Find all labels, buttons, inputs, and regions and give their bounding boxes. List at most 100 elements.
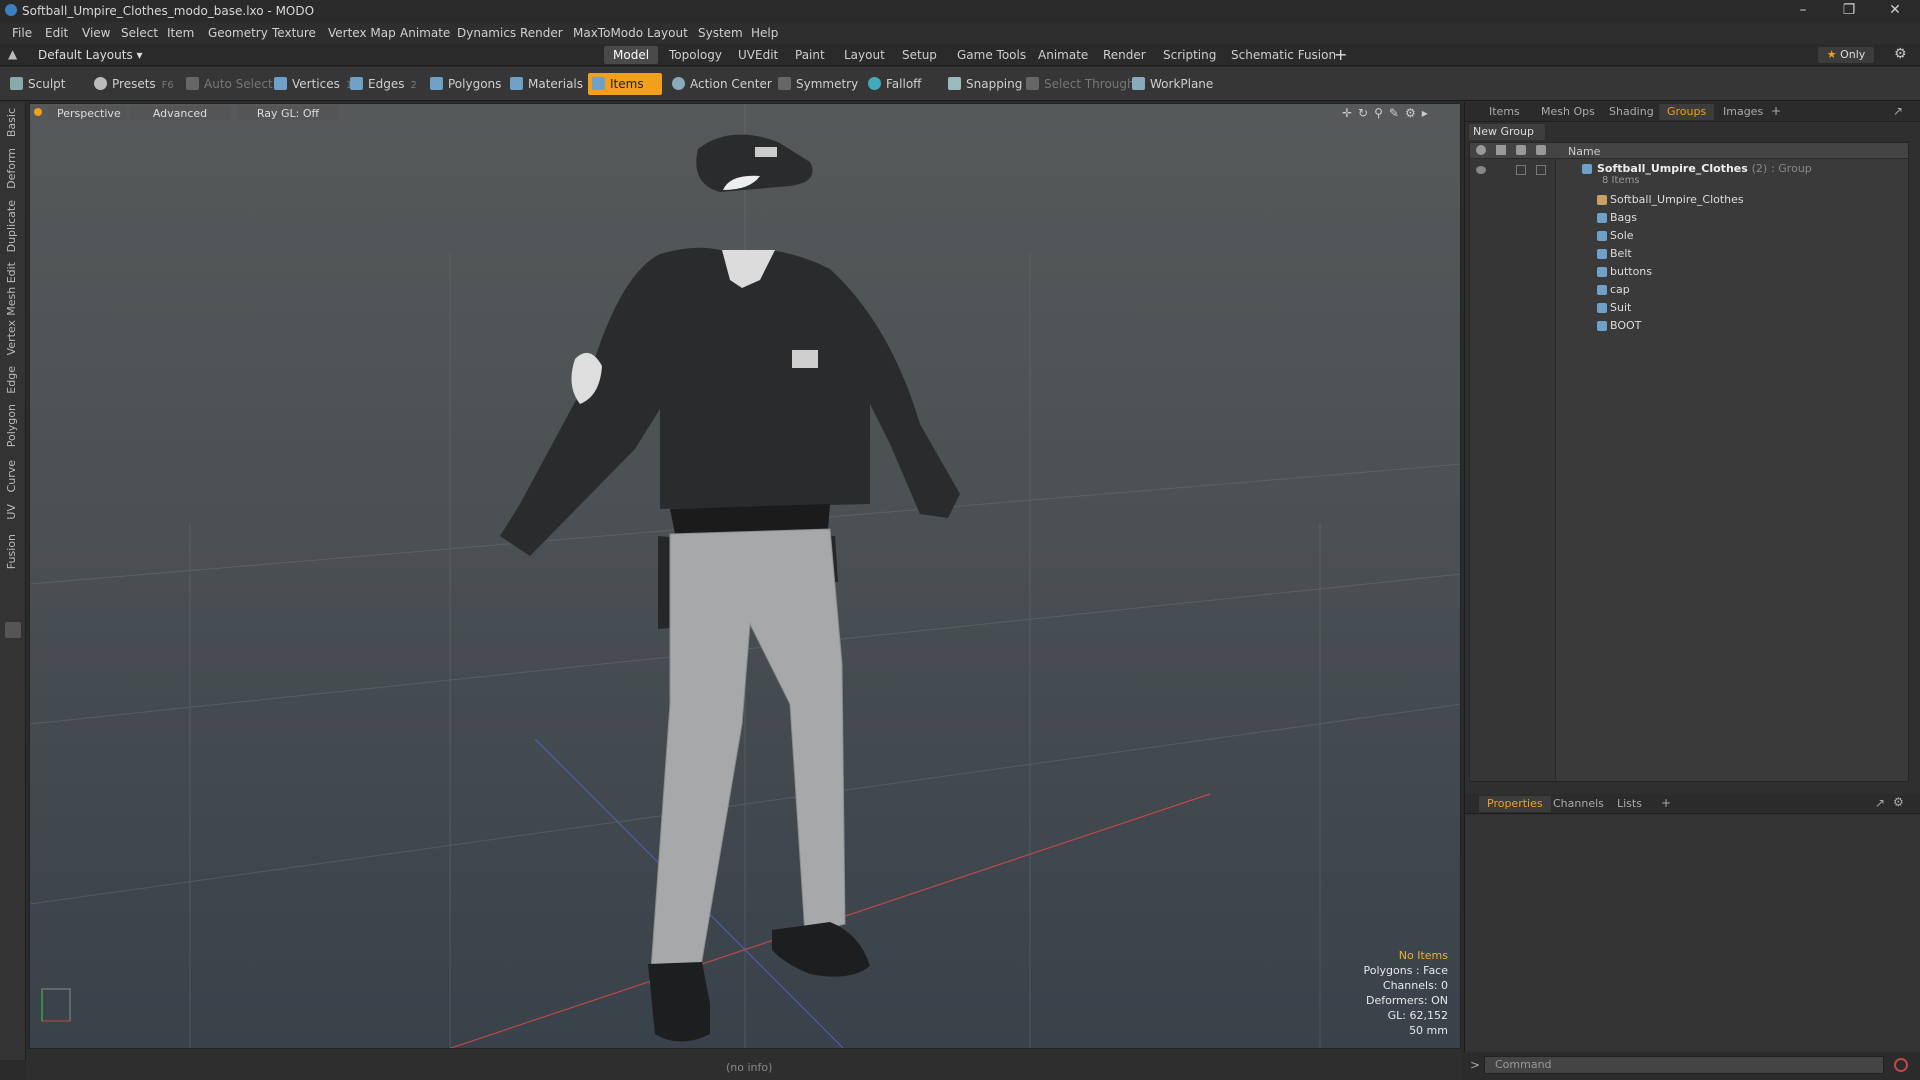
tab-fusion[interactable]: Fusion [5, 534, 18, 569]
tab-deform[interactable]: Deform [5, 148, 18, 189]
menu-texture[interactable]: Texture [272, 26, 316, 40]
command-bar: > Command [1464, 1053, 1920, 1080]
panel-toggle-icon[interactable] [5, 622, 21, 638]
menu-item[interactable]: Item [167, 26, 194, 40]
collapse-icon[interactable]: ▲ [8, 47, 17, 61]
add-panel-tab-icon[interactable]: + [1771, 104, 1781, 118]
menu-system[interactable]: System [698, 26, 743, 40]
snapping-button[interactable]: Snapping [944, 73, 1028, 95]
tab-uvedit[interactable]: UVEdit [729, 46, 787, 64]
tab-items[interactable]: Items [1481, 104, 1528, 120]
tab-channels[interactable]: Channels [1545, 796, 1612, 812]
gear-icon[interactable]: ⚙ [1894, 46, 1907, 62]
mesh-icon [1597, 249, 1607, 259]
menu-render[interactable]: Render [520, 26, 563, 40]
3d-viewport[interactable]: Perspective Advanced Ray GL: Off ✛↻⚲✎⚙▸ … [29, 103, 1461, 1049]
expand-icon[interactable]: ↗ [1893, 104, 1903, 118]
tab-basic[interactable]: Basic [5, 108, 18, 137]
command-history-icon[interactable] [1894, 1058, 1908, 1072]
tab-uv[interactable]: UV [5, 504, 18, 520]
tab-topology[interactable]: Topology [660, 46, 731, 64]
list-item[interactable]: Sole [1470, 227, 1908, 245]
menu-file[interactable]: File [12, 26, 32, 40]
sculpt-button[interactable]: Sculpt [6, 73, 71, 95]
shading-mode-button[interactable]: Advanced [130, 106, 230, 121]
list-item[interactable]: BOOT [1470, 317, 1908, 335]
add-tab-icon[interactable]: + [1334, 45, 1347, 64]
tab-setup[interactable]: Setup [893, 46, 946, 64]
tab-scripting[interactable]: Scripting [1154, 46, 1225, 64]
tab-schematic-fusion[interactable]: Schematic Fusion [1222, 46, 1345, 64]
polygons-button[interactable]: Polygons [426, 73, 507, 95]
select-through-button[interactable]: Select Through [1022, 73, 1141, 95]
tab-lists[interactable]: Lists [1609, 796, 1650, 812]
tab-properties[interactable]: Properties [1479, 796, 1551, 812]
presets-button[interactable]: Presets F6 [90, 73, 180, 95]
name-column-header[interactable]: Name [1568, 145, 1600, 158]
select-checkbox[interactable] [1536, 165, 1546, 175]
command-input[interactable]: Command [1484, 1056, 1884, 1074]
vertices-button[interactable]: Vertices1 [270, 73, 358, 95]
menu-select[interactable]: Select [121, 26, 158, 40]
tab-edge[interactable]: Edge [5, 366, 18, 394]
edges-button[interactable]: Edges 2 [346, 73, 423, 95]
action-center-button[interactable]: Action Center [668, 73, 778, 95]
only-toggle[interactable]: ★ Only [1818, 47, 1874, 63]
tab-render[interactable]: Render [1094, 46, 1155, 64]
list-item[interactable]: cap [1470, 281, 1908, 299]
viewport-nav-icons[interactable]: ✛↻⚲✎⚙▸ [1342, 106, 1434, 120]
symmetry-button[interactable]: Symmetry [774, 73, 864, 95]
tab-animate[interactable]: Animate [1029, 46, 1097, 64]
add-panel-tab-icon[interactable]: + [1661, 796, 1671, 810]
expand-icon[interactable]: ↗ [1875, 796, 1885, 810]
list-item[interactable]: Softball_Umpire_Clothes [1470, 191, 1908, 209]
menu-vertex-map[interactable]: Vertex Map [328, 26, 396, 40]
tab-layout[interactable]: Layout [835, 46, 894, 64]
tab-shading[interactable]: Shading [1601, 104, 1662, 120]
menu-dynamics[interactable]: Dynamics [457, 26, 516, 40]
mesh-icon [1597, 285, 1607, 295]
menu-maxtomodo[interactable]: MaxToModo [573, 26, 643, 40]
gear-icon[interactable]: ⚙ [1893, 795, 1904, 809]
list-item[interactable]: Bags [1470, 209, 1908, 227]
locator-icon [1597, 195, 1607, 205]
tab-duplicate[interactable]: Duplicate [5, 200, 18, 252]
restore-icon[interactable]: ❐ [1826, 0, 1872, 22]
tab-game-tools[interactable]: Game Tools [948, 46, 1035, 64]
tab-curve[interactable]: Curve [5, 460, 18, 492]
menu-help[interactable]: Help [751, 26, 778, 40]
tab-model[interactable]: Model [604, 46, 659, 64]
tab-groups[interactable]: Groups [1659, 104, 1715, 120]
tab-polygon[interactable]: Polygon [5, 404, 18, 447]
new-group-button[interactable]: New Group [1469, 124, 1545, 140]
lock-checkbox[interactable] [1516, 165, 1526, 175]
materials-button[interactable]: Materials [506, 73, 589, 95]
menu-layout[interactable]: Layout [647, 26, 688, 40]
tab-paint[interactable]: Paint [786, 46, 834, 64]
mesh-icon [1597, 231, 1607, 241]
tab-images[interactable]: Images [1715, 104, 1771, 120]
group-row[interactable]: Softball_Umpire_Clothes (2) : Group 8 It… [1470, 161, 1908, 189]
tab-mesh-edit[interactable]: Mesh Edit [5, 262, 18, 316]
list-item[interactable]: Suit [1470, 299, 1908, 317]
view-perspective-button[interactable]: Perspective [48, 106, 126, 121]
eye-icon[interactable] [1476, 166, 1486, 174]
items-button[interactable]: Items [588, 73, 662, 95]
layout-selector[interactable]: Default Layouts ▾ [38, 48, 143, 62]
menu-edit[interactable]: Edit [45, 26, 68, 40]
list-item[interactable]: Belt [1470, 245, 1908, 263]
sculpt-label: Sculpt [28, 77, 66, 91]
falloff-button[interactable]: Falloff [864, 73, 927, 95]
menu-geometry[interactable]: Geometry [208, 26, 268, 40]
tab-vertex[interactable]: Vertex [5, 320, 18, 355]
status-info: (no info) [726, 1061, 773, 1074]
minimize-icon[interactable]: – [1780, 0, 1826, 22]
raygl-button[interactable]: Ray GL: Off [238, 106, 338, 121]
list-item[interactable]: buttons [1470, 263, 1908, 281]
auto-select-button[interactable]: Auto Select [182, 73, 279, 95]
menu-animate[interactable]: Animate [400, 26, 450, 40]
menu-view[interactable]: View [82, 26, 110, 40]
tab-mesh-ops[interactable]: Mesh Ops [1533, 104, 1603, 120]
workplane-button[interactable]: WorkPlane [1128, 73, 1219, 95]
close-icon[interactable]: ✕ [1872, 0, 1918, 22]
